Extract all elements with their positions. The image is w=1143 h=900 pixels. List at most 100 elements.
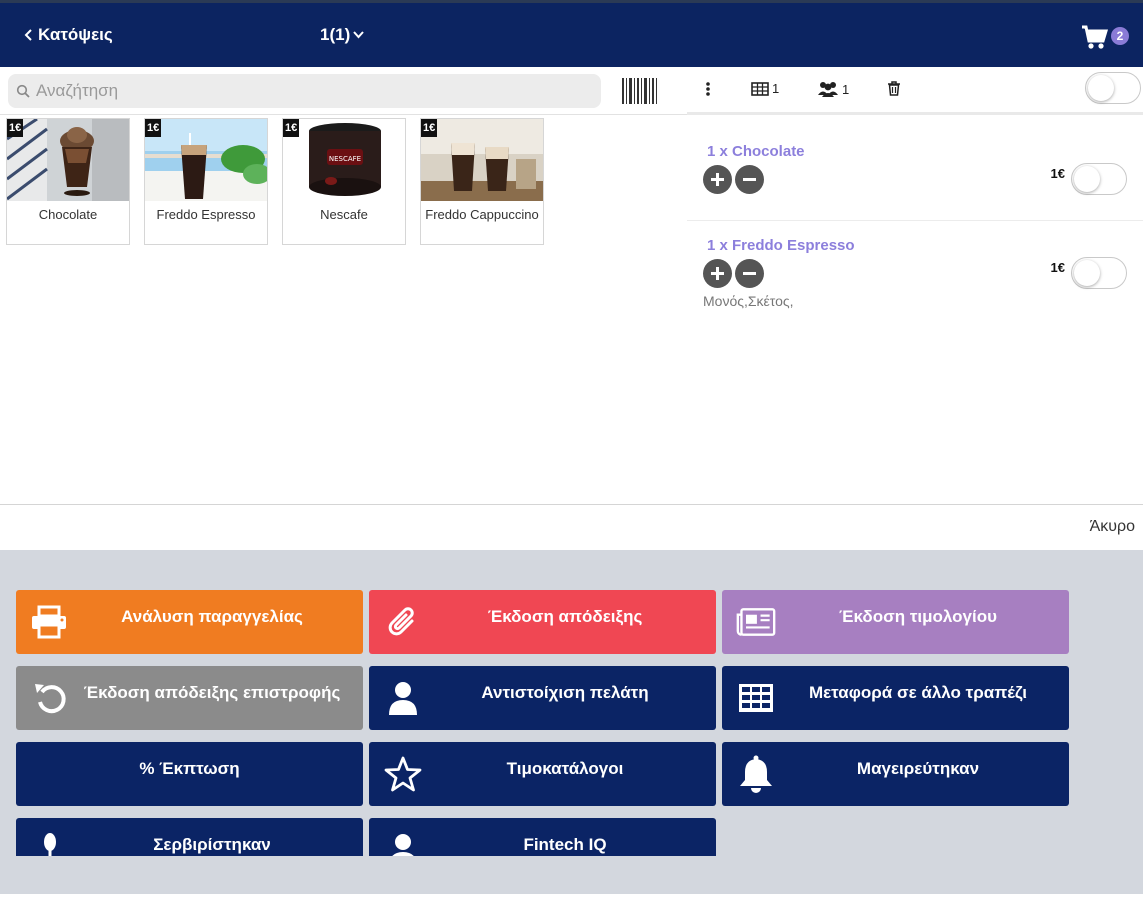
product-price: 1€ (145, 119, 162, 137)
actions-panel: Ανάλυση παραγγελίας Έκδοση απόδειξης Έκδ… (0, 550, 1143, 894)
quantity-controls (703, 259, 764, 288)
search-icon (16, 84, 30, 98)
decrease-button[interactable] (735, 165, 764, 194)
trash-icon (888, 81, 900, 96)
order-item: 1 x Chocolate 1€ (687, 117, 1143, 221)
cart-icon (1082, 25, 1109, 49)
product-image: NESCAFE (283, 119, 405, 201)
product-image (7, 119, 129, 201)
cart-button[interactable]: 2 (1081, 23, 1129, 53)
issue-receipt-button[interactable]: Έκδοση απόδειξης (369, 590, 716, 654)
order-item-toggle[interactable] (1071, 163, 1127, 195)
printer-icon (30, 604, 70, 640)
cooked-button[interactable]: Μαγειρεύτηκαν (722, 742, 1069, 806)
action-label: Αντιστοίχιση πελάτη (481, 683, 649, 702)
order-toggle[interactable] (1085, 72, 1141, 104)
paperclip-icon (383, 604, 423, 640)
plus-icon (711, 173, 724, 186)
search-row (0, 67, 687, 115)
order-item-label[interactable]: 1 x Freddo Espresso (707, 237, 855, 254)
product-image (421, 119, 543, 201)
order-analysis-button[interactable]: Ανάλυση παραγγελίας (16, 590, 363, 654)
product-name: Chocolate (38, 207, 98, 222)
action-label: Ανάλυση παραγγελίας (121, 607, 303, 626)
product-price: 1€ (7, 119, 24, 137)
bell-icon (736, 755, 776, 793)
table-title: 1(1) (320, 25, 351, 44)
product-image (145, 119, 267, 201)
toggle-knob (1074, 260, 1100, 286)
action-label: Έκδοση απόδειξης (487, 607, 643, 626)
product-price: 1€ (283, 119, 300, 137)
order-item-price: 1€ (1050, 260, 1065, 275)
undo-icon (30, 680, 70, 716)
minus-icon (743, 272, 756, 275)
newspaper-icon (736, 604, 776, 640)
product-price: 1€ (421, 119, 438, 137)
order-item-toggle[interactable] (1071, 257, 1127, 289)
actions-scroll-clip (0, 856, 1143, 894)
grid-icon (736, 680, 776, 716)
product-name: Freddo Espresso (156, 207, 256, 222)
star-icon (383, 756, 423, 792)
top-bar: Κατόψεις 1(1) 2 (0, 0, 1143, 67)
search-input[interactable] (36, 81, 576, 101)
action-label: Μαγειρεύτηκαν (856, 759, 980, 778)
product-card-freddo-espresso[interactable]: 1€ Freddo Espresso (144, 118, 268, 245)
action-label: % Έκπτωση (139, 759, 240, 778)
vertical-dots-icon (706, 82, 710, 96)
plus-icon (711, 267, 724, 280)
price-lists-button[interactable]: Τιμοκατάλογοι (369, 742, 716, 806)
action-label: Τιμοκατάλογοι (506, 759, 624, 778)
guests-count: 1 (842, 81, 850, 97)
order-item-price: 1€ (1050, 166, 1065, 181)
quantity-controls (703, 165, 764, 194)
product-card-nescafe[interactable]: NESCAFE 1€ Nescafe (282, 118, 406, 245)
transfer-table-button[interactable]: Μεταφορά σε άλλο τραπέζι (722, 666, 1069, 730)
product-grid: 1€ Chocolate 1€ Freddo Espresso NESCAFE … (6, 118, 544, 245)
table-button[interactable]: 1 (751, 81, 779, 96)
users-icon (818, 82, 838, 97)
chevron-down-icon (353, 31, 364, 39)
issue-return-receipt-button[interactable]: Έκδοση απόδειξης επιστροφής (16, 666, 363, 730)
order-panel: 1 1 1 x Chocolate 1€ 1 x Freddo Espresso… (687, 67, 1143, 504)
decrease-button[interactable] (735, 259, 764, 288)
product-card-chocolate[interactable]: 1€ Chocolate (6, 118, 130, 245)
delete-order-button[interactable] (887, 81, 901, 96)
product-card-freddo-cappuccino[interactable]: 1€ Freddo Cappuccino (420, 118, 544, 245)
table-grid-icon (751, 81, 769, 96)
toggle-knob (1088, 75, 1114, 101)
order-item: 1 x Freddo Espresso 1€ Μονός,Σκέτος, (687, 221, 1143, 331)
user-icon (383, 680, 423, 716)
order-toolbar: 1 1 (687, 67, 1143, 115)
action-label: Έκδοση απόδειξης επιστροφής (83, 683, 341, 702)
toggle-knob (1074, 166, 1100, 192)
order-item-label[interactable]: 1 x Chocolate (707, 143, 805, 160)
assign-customer-button[interactable]: Αντιστοίχιση πελάτη (369, 666, 716, 730)
cancel-row: Άκυρο (0, 504, 1143, 550)
issue-invoice-button[interactable]: Έκδοση τιμολογίου (722, 590, 1069, 654)
more-menu-button[interactable] (705, 81, 711, 97)
action-label: Έκδοση τιμολογίου (838, 607, 998, 626)
svg-text:NESCAFE: NESCAFE (329, 155, 361, 163)
back-label: Κατόψεις (38, 25, 113, 44)
chevron-left-icon (24, 29, 32, 41)
cancel-button[interactable]: Άκυρο (1090, 518, 1135, 536)
action-label: Μεταφορά σε άλλο τραπέζι (808, 683, 1028, 702)
increase-button[interactable] (703, 165, 732, 194)
barcode-icon[interactable] (621, 76, 659, 106)
table-selector[interactable]: 1(1) (320, 25, 364, 45)
product-name: Nescafe (320, 207, 368, 222)
order-item-note: Μονός,Σκέτος, (703, 293, 794, 309)
product-name: Freddo Cappuccino (425, 207, 539, 222)
products-panel: 1€ Chocolate (0, 67, 687, 504)
back-button[interactable]: Κατόψεις (24, 25, 113, 45)
discount-button[interactable]: % Έκπτωση (16, 742, 363, 806)
cart-count-badge: 2 (1111, 27, 1129, 45)
increase-button[interactable] (703, 259, 732, 288)
search-box (8, 74, 601, 108)
guests-button[interactable]: 1 (817, 81, 849, 97)
minus-icon (743, 178, 756, 181)
pos-order-screen: Κατόψεις 1(1) 2 Αναζήτηση 1€ Chocolate 1… (0, 0, 1143, 900)
table-count: 1 (772, 81, 780, 96)
